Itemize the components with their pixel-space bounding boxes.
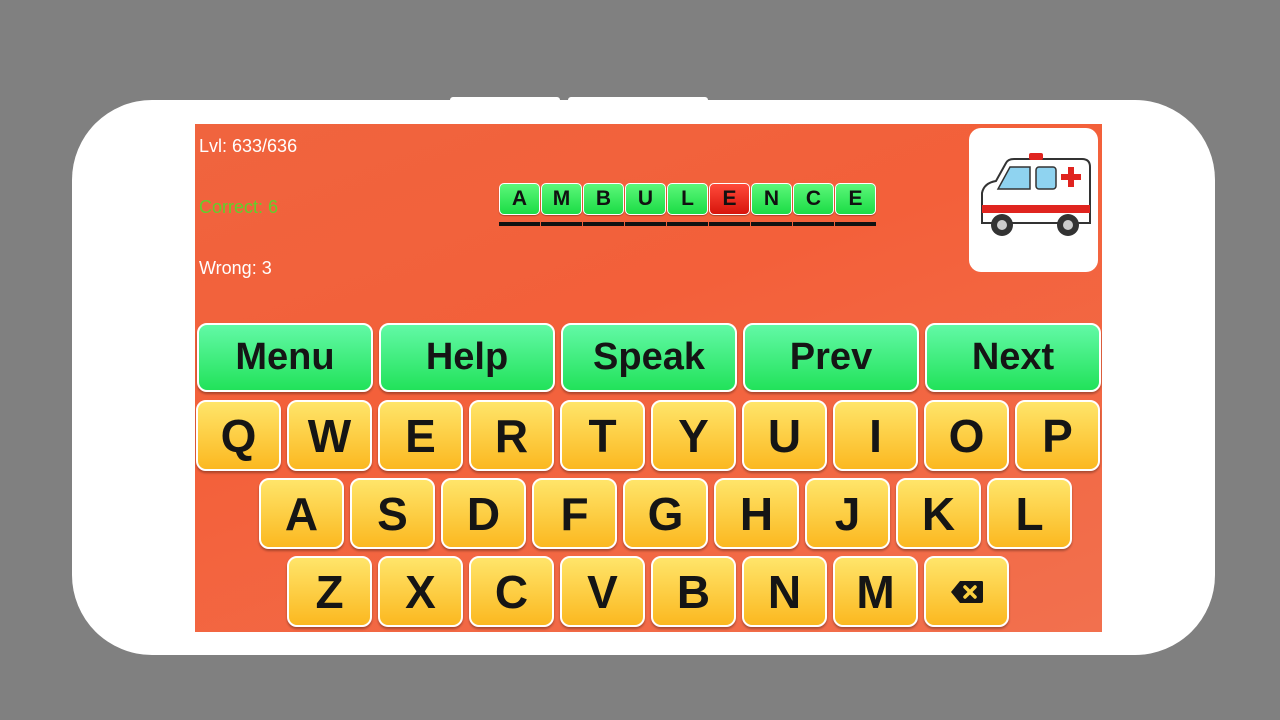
underline <box>541 222 582 226</box>
speak-button[interactable]: Speak <box>561 323 737 392</box>
key-n[interactable]: N <box>742 556 827 627</box>
next-button[interactable]: Next <box>925 323 1101 392</box>
underline <box>751 222 792 226</box>
key-r[interactable]: R <box>469 400 554 471</box>
letter-tile: M <box>541 183 582 215</box>
key-v[interactable]: V <box>560 556 645 627</box>
keyboard-row-2: ASDFGHJKL <box>259 478 1072 549</box>
game-screen: Lvl: 633/636 Correct: 6 Wrong: 3 AMBULEN… <box>195 124 1102 632</box>
phone-button <box>568 97 708 103</box>
key-i[interactable]: I <box>833 400 918 471</box>
underline <box>793 222 834 226</box>
key-k[interactable]: K <box>896 478 981 549</box>
key-l[interactable]: L <box>987 478 1072 549</box>
key-b[interactable]: B <box>651 556 736 627</box>
key-h[interactable]: H <box>714 478 799 549</box>
action-buttons: Menu Help Speak Prev Next <box>197 323 1101 392</box>
answer-tiles: AMBULENCE <box>499 183 876 215</box>
key-x[interactable]: X <box>378 556 463 627</box>
underline <box>667 222 708 226</box>
picture-card <box>969 128 1098 272</box>
key-d[interactable]: D <box>441 478 526 549</box>
key-t[interactable]: T <box>560 400 645 471</box>
key-o[interactable]: O <box>924 400 1009 471</box>
key-u[interactable]: U <box>742 400 827 471</box>
underline <box>499 222 540 226</box>
underline <box>709 222 750 226</box>
key-p[interactable]: P <box>1015 400 1100 471</box>
answer-underlines <box>499 222 876 226</box>
letter-tile: C <box>793 183 834 215</box>
phone-button <box>450 97 560 103</box>
menu-button[interactable]: Menu <box>197 323 373 392</box>
letter-tile: L <box>667 183 708 215</box>
backspace-key[interactable] <box>924 556 1009 627</box>
key-g[interactable]: G <box>623 478 708 549</box>
ambulance-icon <box>980 152 1091 236</box>
level-label: Lvl: 633/636 <box>199 136 298 156</box>
letter-tile: N <box>751 183 792 215</box>
letter-tile: E <box>835 183 876 215</box>
key-m[interactable]: M <box>833 556 918 627</box>
prev-button[interactable]: Prev <box>743 323 919 392</box>
underline <box>583 222 624 226</box>
letter-tile: U <box>625 183 666 215</box>
key-q[interactable]: Q <box>196 400 281 471</box>
underline <box>835 222 876 226</box>
letter-tile: A <box>499 183 540 215</box>
key-e[interactable]: E <box>378 400 463 471</box>
correct-count: Correct: 6 <box>199 197 279 217</box>
key-w[interactable]: W <box>287 400 372 471</box>
key-z[interactable]: Z <box>287 556 372 627</box>
key-j[interactable]: J <box>805 478 890 549</box>
key-a[interactable]: A <box>259 478 344 549</box>
keyboard-row-1: QWERTYUIOP <box>196 400 1100 471</box>
key-y[interactable]: Y <box>651 400 736 471</box>
key-f[interactable]: F <box>532 478 617 549</box>
wrong-count: Wrong: 3 <box>199 258 272 278</box>
key-s[interactable]: S <box>350 478 435 549</box>
backspace-icon <box>950 580 983 603</box>
underline <box>625 222 666 226</box>
keyboard-row-3: ZXCVBNM <box>287 556 1009 627</box>
letter-tile: B <box>583 183 624 215</box>
letter-tile-wrong: E <box>709 183 750 215</box>
help-button[interactable]: Help <box>379 323 555 392</box>
key-c[interactable]: C <box>469 556 554 627</box>
